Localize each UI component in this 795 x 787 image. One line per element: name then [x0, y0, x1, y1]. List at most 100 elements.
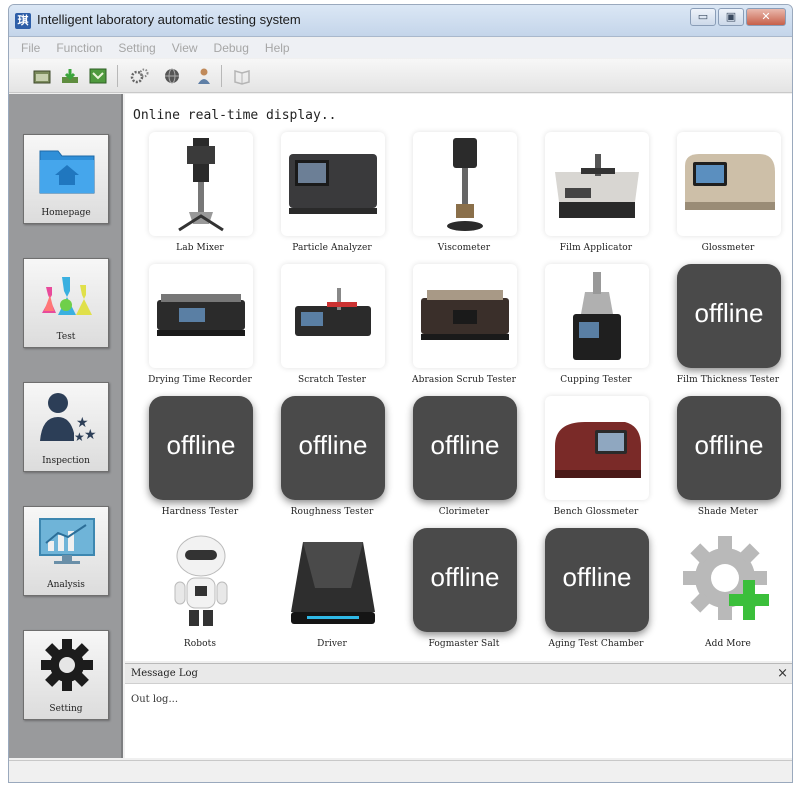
- film-applicator-icon: [545, 132, 649, 236]
- device-lab-mixer[interactable]: Lab Mixer: [137, 132, 263, 262]
- offline-status: offline: [430, 430, 500, 460]
- menu-bar: File Function Setting View Debug Help: [9, 38, 792, 58]
- menu-function[interactable]: Function: [56, 41, 102, 55]
- device-add-more[interactable]: Add More: [665, 528, 791, 658]
- toolbar: [9, 59, 792, 93]
- toolbar-separator: [221, 65, 222, 87]
- device-shade-meter[interactable]: offline Shade Meter: [665, 396, 791, 526]
- app-logo-icon: 琪: [15, 13, 31, 29]
- title-bar[interactable]: 琪 Intelligent laboratory automatic testi…: [9, 5, 792, 37]
- device-label: Add More: [705, 639, 751, 649]
- device-drying-time-recorder[interactable]: Drying Time Recorder: [137, 264, 263, 394]
- users-star-icon: ★ ★ ★: [40, 393, 97, 444]
- device-bench-glossmeter[interactable]: Bench Glossmeter: [533, 396, 659, 526]
- offline-status: offline: [694, 430, 764, 460]
- lab-mixer-icon: [149, 132, 253, 236]
- device-label: Film Applicator: [559, 243, 633, 253]
- book-icon[interactable]: [231, 65, 253, 87]
- sidebar-item-label: Homepage: [41, 208, 91, 218]
- device-label: Fogmaster Salt: [428, 639, 500, 649]
- panel-title: Online real-time display..: [133, 108, 337, 123]
- device-scratch-tester[interactable]: Scratch Tester: [269, 264, 395, 394]
- menu-setting[interactable]: Setting: [118, 41, 155, 55]
- svg-text:★: ★: [74, 430, 85, 444]
- sidebar-item-label: Inspection: [42, 456, 90, 466]
- minimize-button[interactable]: ▭: [690, 8, 716, 26]
- device-label: Hardness Tester: [161, 507, 239, 517]
- download-icon[interactable]: [59, 65, 81, 87]
- home-folder-icon: [39, 150, 95, 194]
- offline-status: offline: [166, 430, 236, 460]
- offline-icon: offline: [149, 396, 253, 500]
- device-label: Viscometer: [437, 243, 491, 253]
- particle-analyzer-icon: [281, 132, 385, 236]
- device-film-applicator[interactable]: Film Applicator: [533, 132, 659, 262]
- flasks-icon: [42, 277, 92, 315]
- device-label: Aging Test Chamber: [548, 639, 644, 649]
- close-button[interactable]: ✕: [746, 8, 786, 26]
- chart-monitor-icon: [39, 518, 95, 564]
- menu-file[interactable]: File: [21, 41, 40, 55]
- gears-icon[interactable]: [129, 65, 151, 87]
- device-label: Roughness Tester: [290, 507, 374, 517]
- device-label: Driver: [317, 639, 347, 649]
- sidebar-item-inspection[interactable]: ★ ★ ★ Inspection: [23, 382, 109, 472]
- device-label: Shade Meter: [697, 507, 759, 517]
- device-fogmaster-salt[interactable]: offline Fogmaster Salt: [401, 528, 527, 658]
- device-hardness-tester[interactable]: offline Hardness Tester: [137, 396, 263, 526]
- menu-view[interactable]: View: [172, 41, 198, 55]
- device-label: Robots: [183, 639, 217, 649]
- offline-icon: offline: [677, 264, 781, 368]
- open-icon[interactable]: [31, 65, 53, 87]
- globe-icon[interactable]: [161, 65, 183, 87]
- driver-icon: [281, 528, 385, 632]
- window-title: Intelligent laboratory automatic testing…: [37, 12, 301, 27]
- user-icon[interactable]: [193, 65, 215, 87]
- device-label: Glossmeter: [701, 243, 755, 253]
- sidebar-item-setting[interactable]: Setting: [23, 630, 109, 720]
- app-window: 琪 Intelligent laboratory automatic testi…: [8, 4, 793, 783]
- device-label: Scratch Tester: [297, 375, 367, 385]
- device-roughness-tester[interactable]: offline Roughness Tester: [269, 396, 395, 526]
- offline-status: offline: [562, 562, 632, 592]
- abrasion-scrub-tester-icon: [413, 264, 517, 368]
- offline-status: offline: [430, 562, 500, 592]
- device-cupping-tester[interactable]: Cupping Tester: [533, 264, 659, 394]
- cupping-tester-icon: [545, 264, 649, 368]
- device-label: Particle Analyzer: [292, 243, 372, 253]
- offline-icon: offline: [281, 396, 385, 500]
- device-label: Cupping Tester: [560, 375, 632, 385]
- device-aging-test-chamber[interactable]: offline Aging Test Chamber: [533, 528, 659, 658]
- device-film-thickness-tester[interactable]: offline Film Thickness Tester: [665, 264, 791, 394]
- device-driver[interactable]: Driver: [269, 528, 395, 658]
- device-abrasion-scrub-tester[interactable]: Abrasion Scrub Tester: [401, 264, 527, 394]
- device-label: Bench Glossmeter: [553, 507, 639, 517]
- glossmeter-icon: [677, 132, 781, 236]
- device-label: Film Thickness Tester: [676, 375, 780, 385]
- maximize-button[interactable]: ▣: [718, 8, 744, 26]
- device-viscometer[interactable]: Viscometer: [401, 132, 527, 262]
- message-log-text: Out log...: [131, 694, 178, 705]
- menu-help[interactable]: Help: [265, 41, 290, 55]
- offline-status: offline: [298, 430, 368, 460]
- sidebar-item-analysis[interactable]: Analysis: [23, 506, 109, 596]
- device-glossmeter[interactable]: Glossmeter: [665, 132, 791, 262]
- device-label: Abrasion Scrub Tester: [411, 375, 517, 385]
- menu-debug[interactable]: Debug: [214, 41, 249, 55]
- sidebar: Homepage Test ★ ★ ★ Inspection Analysis …: [9, 94, 123, 758]
- close-icon[interactable]: ×: [777, 666, 788, 681]
- export-icon[interactable]: [87, 65, 109, 87]
- device-robots[interactable]: Robots: [137, 528, 263, 658]
- device-label: Clorimeter: [438, 507, 490, 517]
- svg-text:★: ★: [84, 427, 97, 443]
- sidebar-item-test[interactable]: Test: [23, 258, 109, 348]
- message-log-header: Message Log ×: [125, 664, 792, 684]
- sidebar-item-homepage[interactable]: Homepage: [23, 134, 109, 224]
- message-log: Message Log × Out log...: [125, 663, 792, 758]
- sidebar-item-label: Setting: [49, 704, 83, 714]
- device-particle-analyzer[interactable]: Particle Analyzer: [269, 132, 395, 262]
- device-clorimeter[interactable]: offline Clorimeter: [401, 396, 527, 526]
- viscometer-icon: [413, 132, 517, 236]
- device-panel: Online real-time display.. Lab Mixer Par…: [125, 94, 792, 661]
- drying-time-recorder-icon: [149, 264, 253, 368]
